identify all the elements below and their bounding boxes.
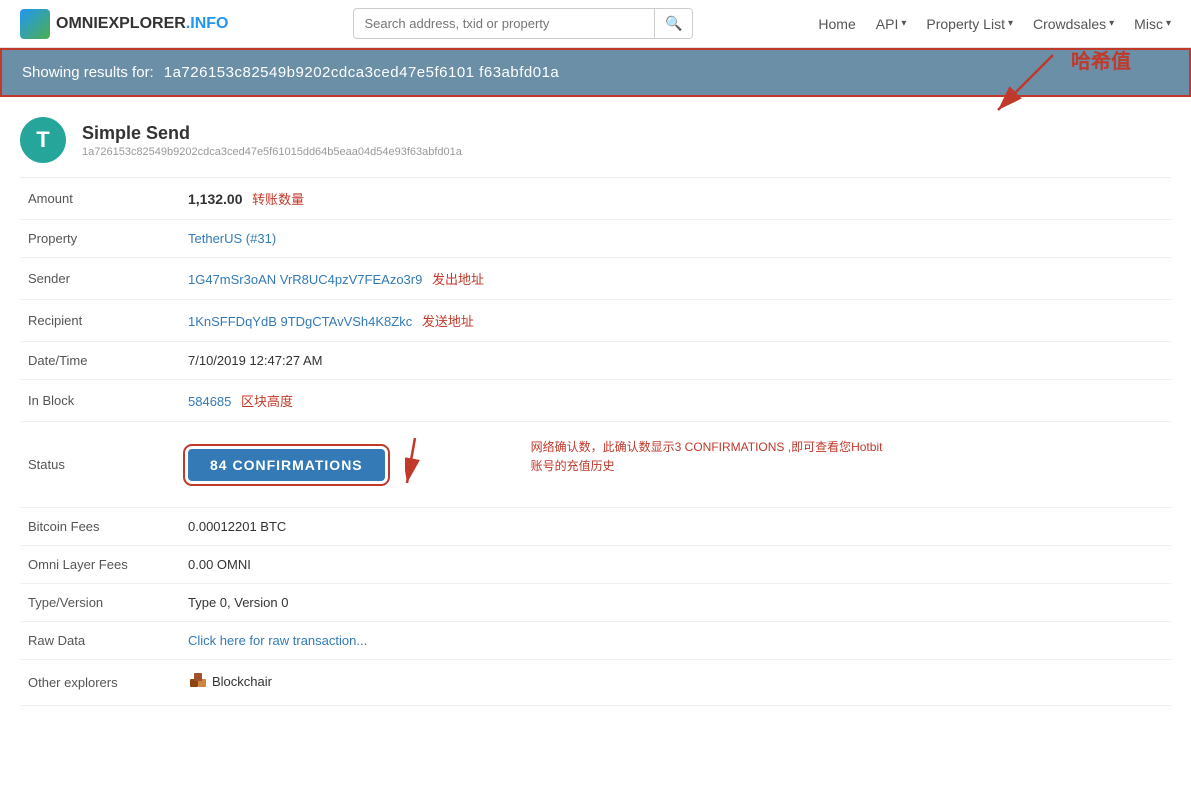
- recipient-annotation: 发送地址: [422, 314, 474, 329]
- sender-label: Sender: [20, 258, 180, 300]
- showing-results-label: Showing results for:: [22, 64, 154, 81]
- omnifees-row: Omni Layer Fees 0.00 OMNI: [20, 546, 1171, 584]
- rawdata-value-cell: Click here for raw transaction...: [180, 622, 1171, 660]
- sender-annotation: 发出地址: [432, 272, 484, 287]
- omnifees-label: Omni Layer Fees: [20, 546, 180, 584]
- brand-logo-icon: [20, 9, 50, 39]
- status-row: Status 84 CONFIRMATIONS: [20, 422, 1171, 508]
- btcfees-value: 0.00012201 BTC: [180, 508, 1171, 546]
- recipient-label: Recipient: [20, 300, 180, 342]
- inblock-link[interactable]: 584685: [188, 394, 231, 409]
- rawdata-label: Raw Data: [20, 622, 180, 660]
- result-hash: 1a726153c82549b9202cdca3ced47e5f6101 f63…: [164, 64, 560, 81]
- crowdsales-caret-icon: ▾: [1109, 18, 1114, 29]
- inblock-label: In Block: [20, 380, 180, 422]
- sender-row: Sender 1G47mSr3oAN VrR8UC4pzV7FEAzo3r9 发…: [20, 258, 1171, 300]
- btcfees-row: Bitcoin Fees 0.00012201 BTC: [20, 508, 1171, 546]
- hash-label-annotation: 哈希值: [1071, 51, 1131, 73]
- sender-link[interactable]: 1G47mSr3oAN VrR8UC4pzV7FEAzo3r9: [188, 272, 422, 287]
- btcfees-label: Bitcoin Fees: [20, 508, 180, 546]
- property-list-caret-icon: ▾: [1008, 18, 1013, 29]
- nav-misc[interactable]: Misc ▾: [1134, 16, 1171, 32]
- amount-label: Amount: [20, 178, 180, 220]
- confirmations-button: 84 CONFIRMATIONS: [188, 449, 385, 481]
- typeversion-label: Type/Version: [20, 584, 180, 622]
- recipient-value-cell: 1KnSFFDqYdB 9TDgCTAvVSh4K8Zkc 发送地址: [180, 300, 1171, 342]
- confirm-arrow-icon: [405, 433, 525, 493]
- amount-value-cell: 1,132.00 转账数量: [180, 178, 1171, 220]
- api-caret-icon: ▾: [901, 18, 906, 29]
- property-value-cell: TetherUS (#31): [180, 220, 1171, 258]
- explorers-label: Other explorers: [20, 660, 180, 706]
- datetime-row: Date/Time 7/10/2019 12:47:27 AM: [20, 342, 1171, 380]
- recipient-row: Recipient 1KnSFFDqYdB 9TDgCTAvVSh4K8Zkc …: [20, 300, 1171, 342]
- typeversion-value: Type 0, Version 0: [180, 584, 1171, 622]
- search-input[interactable]: [354, 10, 654, 37]
- inblock-annotation: 区块高度: [241, 394, 293, 409]
- brand-name: OMNIEXPLORER.INFO: [56, 15, 228, 33]
- explorers-value-cell: Blockchair: [180, 660, 1171, 706]
- search-bar[interactable]: 🔍: [353, 8, 693, 39]
- status-value-cell: 84 CONFIRMATIONS: [180, 422, 1171, 508]
- blockchair-label: Blockchair: [212, 674, 272, 689]
- confirm-annotation-text: 网络确认数，此确认数显示3 CONFIRMATIONS ,即可查看您Hotbit…: [531, 438, 883, 476]
- hash-arrow-icon: [983, 50, 1063, 120]
- sender-value-cell: 1G47mSr3oAN VrR8UC4pzV7FEAzo3r9 发出地址: [180, 258, 1171, 300]
- result-bar-wrapper: Showing results for: 1a726153c82549b9202…: [0, 48, 1191, 97]
- misc-caret-icon: ▾: [1166, 18, 1171, 29]
- tx-type-icon: T: [20, 117, 66, 163]
- hash-annotation-area: 哈希值: [983, 40, 1131, 120]
- omnifees-value: 0.00 OMNI: [180, 546, 1171, 584]
- inblock-value-cell: 584685 区块高度: [180, 380, 1171, 422]
- detail-table: Amount 1,132.00 转账数量 Property TetherUS (…: [20, 178, 1171, 706]
- confirm-annotation-area: 网络确认数，此确认数显示3 CONFIRMATIONS ,即可查看您Hotbit…: [405, 433, 883, 496]
- amount-number: 1,132.00: [188, 191, 243, 207]
- search-button[interactable]: 🔍: [654, 9, 692, 38]
- tx-title-area: Simple Send 1a726153c82549b9202cdca3ced4…: [82, 123, 462, 158]
- tx-type-title: Simple Send: [82, 123, 462, 144]
- main-content: Showing results for: 1a726153c82549b9202…: [0, 48, 1191, 726]
- inblock-row: In Block 584685 区块高度: [20, 380, 1171, 422]
- amount-row: Amount 1,132.00 转账数量: [20, 178, 1171, 220]
- blockchair-icon: [188, 671, 208, 691]
- brand-info: .INFO: [186, 15, 229, 32]
- rawdata-row: Raw Data Click here for raw transaction.…: [20, 622, 1171, 660]
- property-link[interactable]: TetherUS (#31): [188, 231, 276, 246]
- property-label: Property: [20, 220, 180, 258]
- nav-links: Home API ▾ Property List ▾ Crowdsales ▾: [818, 16, 1171, 32]
- typeversion-row: Type/Version Type 0, Version 0: [20, 584, 1171, 622]
- status-label: Status: [20, 422, 180, 508]
- transaction-container: T Simple Send 1a726153c82549b9202cdca3ce…: [0, 97, 1191, 726]
- nav-property-list[interactable]: Property List ▾: [926, 16, 1013, 32]
- brand-omni: OMNIEXPLORER: [56, 15, 186, 32]
- amount-annotation: 转账数量: [252, 192, 304, 207]
- datetime-value: 7/10/2019 12:47:27 AM: [180, 342, 1171, 380]
- property-row: Property TetherUS (#31): [20, 220, 1171, 258]
- brand-logo-area: OMNIEXPLORER.INFO: [20, 9, 228, 39]
- explorers-row: Other explorers Blockchair: [20, 660, 1171, 706]
- rawdata-link[interactable]: Click here for raw transaction...: [188, 633, 367, 648]
- tx-full-hash: 1a726153c82549b9202cdca3ced47e5f61015dd6…: [82, 146, 462, 158]
- nav-api[interactable]: API ▾: [876, 16, 907, 32]
- nav-home[interactable]: Home: [818, 16, 855, 32]
- nav-crowdsales[interactable]: Crowdsales ▾: [1033, 16, 1114, 32]
- recipient-link[interactable]: 1KnSFFDqYdB 9TDgCTAvVSh4K8Zkc: [188, 314, 412, 329]
- datetime-label: Date/Time: [20, 342, 180, 380]
